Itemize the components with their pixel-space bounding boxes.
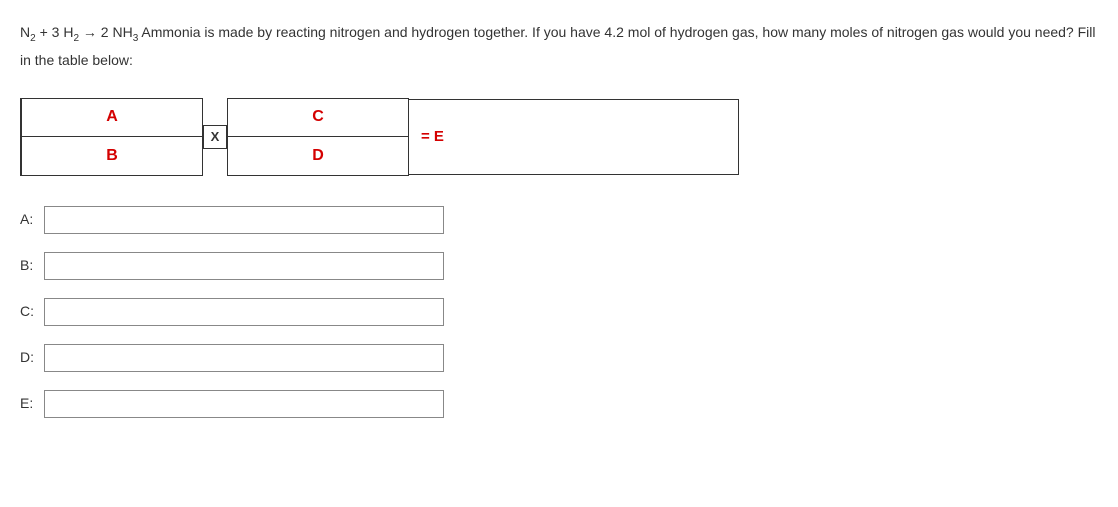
input-a[interactable]: [44, 206, 444, 234]
fraction-1-top: A: [22, 99, 202, 137]
question-text: N2 + 3 H2 → 2 NH3 Ammonia is made by rea…: [20, 20, 1098, 73]
fraction-2: C D: [227, 98, 409, 176]
equation-part: → 2 NH: [79, 24, 133, 40]
equation-diagram: A B X C D = E: [20, 98, 1098, 176]
answer-row-c: C:: [20, 298, 1098, 326]
input-b[interactable]: [44, 252, 444, 280]
label-e: E:: [20, 391, 44, 416]
answer-row-d: D:: [20, 344, 1098, 372]
fraction-2-top: C: [228, 99, 408, 137]
equation-part: N: [20, 24, 30, 40]
fraction-1: A B: [20, 98, 203, 176]
input-e[interactable]: [44, 390, 444, 418]
multiply-symbol: X: [203, 125, 227, 149]
fraction-2-bottom: D: [228, 137, 408, 175]
answer-row-e: E:: [20, 390, 1098, 418]
equation-part: + 3 H: [36, 24, 74, 40]
label-b: B:: [20, 253, 44, 278]
label-d: D:: [20, 345, 44, 370]
input-d[interactable]: [44, 344, 444, 372]
answer-row-a: A:: [20, 206, 1098, 234]
answer-fields: A: B: C: D: E:: [20, 206, 1098, 418]
answer-row-b: B:: [20, 252, 1098, 280]
question-body: Ammonia is made by reacting nitrogen and…: [20, 24, 1096, 68]
label-a: A:: [20, 207, 44, 232]
label-c: C:: [20, 299, 44, 324]
fraction-1-bottom: B: [22, 137, 202, 175]
input-c[interactable]: [44, 298, 444, 326]
result-box: = E: [409, 99, 739, 175]
